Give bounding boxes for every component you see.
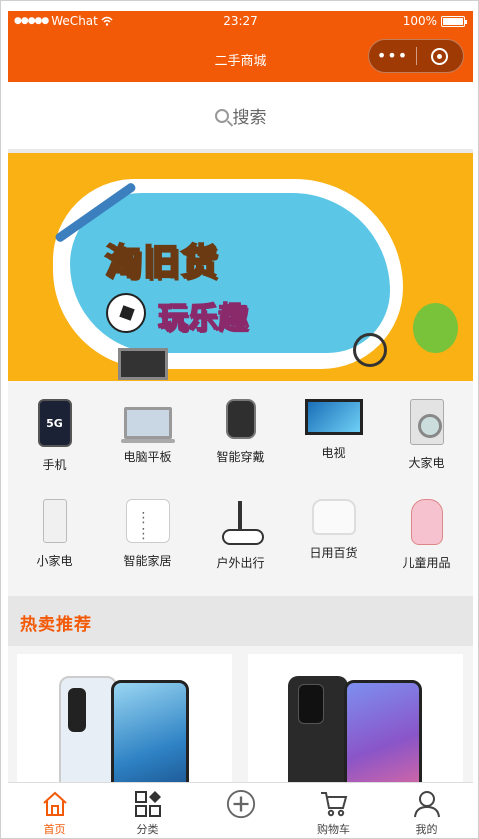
category-label: 智能家居 xyxy=(123,554,172,568)
camera-module xyxy=(68,688,86,732)
camera-module xyxy=(298,684,324,724)
tab-category[interactable]: 分类 xyxy=(101,783,194,838)
carousel-indicator xyxy=(8,361,473,369)
search-icon xyxy=(214,108,229,123)
category-label: 儿童用品 xyxy=(402,556,451,570)
category-smart-home[interactable]: 智能家居 xyxy=(101,499,194,599)
category-large-appliances[interactable]: 大家电 xyxy=(380,399,473,499)
home-icon xyxy=(40,789,70,819)
cart-icon xyxy=(319,789,349,819)
battery-percent: 100% xyxy=(402,14,437,28)
rice-cooker-icon xyxy=(311,499,356,535)
category-label: 小家电 xyxy=(36,554,73,568)
category-label: 户外出行 xyxy=(216,556,265,570)
category-label: 电视 xyxy=(321,446,346,460)
hot-section-header: 热卖推荐 xyxy=(8,596,473,646)
category-label: 日用百货 xyxy=(309,546,358,560)
carousel-dot[interactable] xyxy=(220,361,229,369)
category-tv[interactable]: 电视 xyxy=(287,399,380,499)
phone-frame: ●●●●● WeChat 23:27 100% 二手商城 ••• 搜索 淘旧货 … xyxy=(0,0,479,839)
phone-icon: 5G xyxy=(37,399,72,447)
banner-subline: 玩乐趣 xyxy=(157,300,249,337)
category-label: 智能穿戴 xyxy=(216,450,265,464)
white-smartphone-photo xyxy=(59,676,117,794)
tab-label: 我的 xyxy=(415,823,438,836)
tab-mine[interactable]: 我的 xyxy=(380,783,473,838)
category-outdoor[interactable]: 户外出行 xyxy=(194,499,287,599)
tv-icon xyxy=(304,399,363,435)
soccer-ball-icon xyxy=(106,293,146,333)
category-kids[interactable]: 儿童用品 xyxy=(380,499,473,599)
black-smartphone-photo xyxy=(288,676,348,794)
banner-headline: 淘旧货 xyxy=(104,241,220,284)
battery-icon xyxy=(441,15,467,27)
user-icon xyxy=(412,789,442,819)
air-purifier-icon xyxy=(42,499,67,543)
category-label: 手机 xyxy=(42,458,67,472)
search-placeholder: 搜索 xyxy=(232,108,267,128)
category-computer-tablet[interactable]: 电脑平板 xyxy=(101,399,194,499)
plus-circle-icon xyxy=(226,789,256,819)
miniprogram-capsule: ••• xyxy=(368,39,464,73)
carousel-dot[interactable] xyxy=(252,361,261,369)
category-grid-icon xyxy=(133,789,163,819)
close-target-icon xyxy=(431,47,449,65)
category-wearables[interactable]: 智能穿戴 xyxy=(194,399,287,499)
smartphone-screen xyxy=(344,680,422,794)
washing-machine-icon xyxy=(409,399,444,445)
tab-home[interactable]: 首页 xyxy=(8,783,101,838)
promo-banner[interactable]: 淘旧货 玩乐趣 xyxy=(8,149,473,381)
category-grid: 5G 手机 电脑平板 智能穿戴 电视 大家电 小家电 ⋮ ⋮ 智能家居 户外出行… xyxy=(8,381,473,596)
product-list xyxy=(8,646,473,794)
tab-label: 首页 xyxy=(43,823,66,836)
smartphone-screen xyxy=(111,680,189,794)
tab-label: 购物车 xyxy=(317,823,350,836)
tab-cart[interactable]: 购物车 xyxy=(287,783,380,838)
toy-icon xyxy=(410,499,443,545)
category-label: 电脑平板 xyxy=(123,450,172,464)
tab-publish[interactable] xyxy=(194,783,287,838)
close-button[interactable] xyxy=(417,47,463,65)
tab-label: 分类 xyxy=(136,823,159,836)
tab-bar: 首页 分类 购物车 我的 xyxy=(8,782,473,838)
status-bar: ●●●●● WeChat 23:27 100% xyxy=(8,11,473,33)
category-label: 大家电 xyxy=(408,456,445,470)
carousel-dot[interactable] xyxy=(236,361,245,369)
scooter-icon xyxy=(218,499,264,545)
battery-status: 100% xyxy=(402,14,467,28)
product-card[interactable] xyxy=(17,654,232,794)
nav-bar: 二手商城 ••• xyxy=(8,33,473,82)
category-small-appliances[interactable]: 小家电 xyxy=(8,499,101,599)
more-menu-button[interactable]: ••• xyxy=(369,39,416,73)
plant-icon xyxy=(413,303,458,353)
smartwatch-icon xyxy=(225,399,256,439)
search-bar[interactable]: 搜索 xyxy=(8,82,473,149)
smart-socket-icon xyxy=(125,499,170,543)
category-daily-goods[interactable]: 日用百货 xyxy=(287,499,380,599)
category-phone[interactable]: 5G 手机 xyxy=(8,399,101,499)
product-card[interactable] xyxy=(248,654,463,794)
laptop-icon xyxy=(120,407,175,443)
section-title: 热卖推荐 xyxy=(20,615,92,635)
